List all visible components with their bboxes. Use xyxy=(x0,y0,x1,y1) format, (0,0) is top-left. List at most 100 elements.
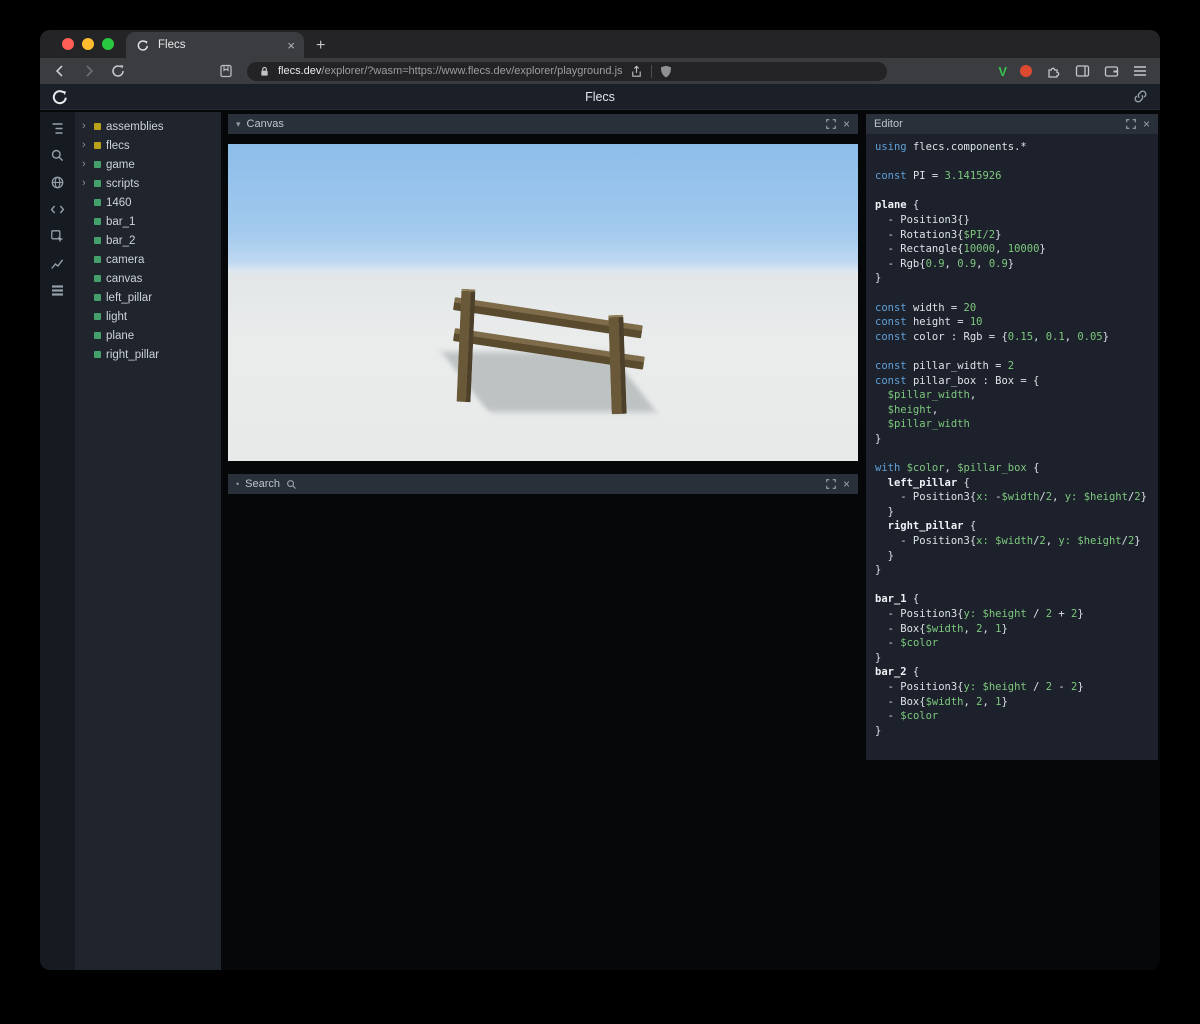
code-token: 0.15 xyxy=(1007,330,1034,343)
code-token: } xyxy=(875,651,882,664)
expand-chevron-icon[interactable]: › xyxy=(82,159,89,170)
code-token: - Position3{} xyxy=(875,213,970,226)
expand-chevron-icon[interactable]: › xyxy=(82,178,89,189)
tree-item-bar_2[interactable]: ›bar_2 xyxy=(75,231,221,250)
code-token: 10000 xyxy=(1007,243,1040,256)
code-line: - Box{$width, 2, 1} xyxy=(875,622,1158,637)
editor-code[interactable]: using flecs.components.* const PI = 3.14… xyxy=(875,140,1158,738)
close-panel-icon[interactable]: × xyxy=(843,478,850,490)
expand-chevron-icon[interactable]: › xyxy=(82,140,89,151)
entity-label: canvas xyxy=(106,272,143,285)
puzzle-extensions-icon[interactable] xyxy=(1045,63,1061,79)
tree-item-1460[interactable]: ›1460 xyxy=(75,193,221,212)
entity-tree: ›assemblies›flecs›game›scripts›1460›bar_… xyxy=(75,117,221,364)
canvas-viewport[interactable] xyxy=(228,144,858,461)
tree-item-canvas[interactable]: ›canvas xyxy=(75,269,221,288)
close-window-button[interactable] xyxy=(62,38,74,50)
globe-icon[interactable] xyxy=(46,174,70,190)
back-button[interactable] xyxy=(52,63,68,79)
urlbar-divider xyxy=(650,64,652,78)
entity-color-swatch xyxy=(94,199,101,206)
entity-color-swatch xyxy=(94,180,101,187)
lock-icon xyxy=(256,63,272,79)
entity-label: flecs xyxy=(106,139,130,152)
entity-color-swatch xyxy=(94,123,101,130)
brave-shield-icon[interactable] xyxy=(658,63,674,79)
tree-item-scripts[interactable]: › scripts xyxy=(75,174,221,193)
code-token: $height xyxy=(982,680,1027,693)
code-token: const xyxy=(875,170,913,183)
tab-close-icon[interactable]: × xyxy=(287,39,295,52)
window-controls xyxy=(40,30,126,58)
v-extension-icon[interactable]: V xyxy=(998,64,1007,79)
menu-hamburger-icon[interactable] xyxy=(1132,63,1148,79)
tree-item-plane[interactable]: ›plane xyxy=(75,326,221,345)
expand-panel-icon[interactable] xyxy=(825,478,837,490)
code-line: using flecs.components.* xyxy=(875,140,1158,155)
code-token: $pillar_width xyxy=(875,389,970,402)
expand-panel-icon[interactable] xyxy=(1125,118,1137,130)
browser-tab[interactable]: Flecs × xyxy=(126,32,304,58)
entity-tree-panel: ›assemblies›flecs›game›scripts›1460›bar_… xyxy=(75,112,221,970)
entity-color-swatch xyxy=(94,256,101,263)
page-title: Flecs xyxy=(585,89,615,104)
share-icon[interactable] xyxy=(629,63,645,79)
code-line: const color : Rgb = {0.15, 0.1, 0.05} xyxy=(875,330,1158,345)
minimize-window-button[interactable] xyxy=(82,38,94,50)
wallet-icon[interactable] xyxy=(1103,63,1119,79)
search-panel-header[interactable]: • Search × xyxy=(228,474,858,494)
tree-item-bar_1[interactable]: ›bar_1 xyxy=(75,212,221,231)
code-token: bar_1 xyxy=(875,593,907,606)
code-token: pillar_box : Box = { xyxy=(912,374,1040,387)
editor-panel-title: Editor xyxy=(874,118,903,130)
editor-panel-header[interactable]: Editor × xyxy=(866,114,1158,134)
close-panel-icon[interactable]: × xyxy=(843,118,850,130)
code-token: + xyxy=(1052,608,1072,620)
code-line: } xyxy=(875,724,1158,739)
tree-item-flecs[interactable]: › flecs xyxy=(75,136,221,155)
tree-item-light[interactable]: ›light xyxy=(75,307,221,326)
bookmark-sidebar-icon[interactable] xyxy=(218,63,234,79)
search-icon[interactable] xyxy=(46,147,70,163)
new-tab-button[interactable]: + xyxy=(316,38,325,54)
code-token: - Rectangle{ xyxy=(875,243,964,256)
zoom-window-button[interactable] xyxy=(102,38,114,50)
code-line: bar_1 { xyxy=(875,592,1158,607)
inspect-icon[interactable] xyxy=(46,228,70,244)
rows-icon[interactable] xyxy=(46,282,70,298)
panel-collapse-icon[interactable]: • xyxy=(236,479,239,489)
code-line: const width = 20 xyxy=(875,301,1158,316)
code-token: $height xyxy=(982,608,1027,620)
code-token: const xyxy=(875,301,913,314)
entity-color-swatch xyxy=(94,313,101,320)
tree-item-left_pillar[interactable]: ›left_pillar xyxy=(75,288,221,307)
code-token: } xyxy=(1001,695,1008,708)
expand-chevron-icon[interactable]: › xyxy=(82,121,89,132)
tree-item-right_pillar[interactable]: ›right_pillar xyxy=(75,345,221,364)
entity-color-swatch xyxy=(94,294,101,301)
code-token: $width xyxy=(1001,491,1040,504)
reload-button[interactable] xyxy=(110,63,126,79)
code-token: } xyxy=(1001,622,1008,635)
expand-panel-icon[interactable] xyxy=(825,118,837,130)
panel-collapse-icon[interactable]: ▾ xyxy=(236,119,241,130)
side-panel-icon[interactable] xyxy=(1074,63,1090,79)
tree-item-game[interactable]: › game xyxy=(75,155,221,174)
code-line: - $color xyxy=(875,709,1158,724)
close-panel-icon[interactable]: × xyxy=(1143,118,1150,130)
canvas-panel-header[interactable]: ▾ Canvas × xyxy=(228,114,858,134)
entity-tree-icon[interactable] xyxy=(46,120,70,136)
entity-color-swatch xyxy=(94,332,101,339)
red-extension-icon[interactable] xyxy=(1020,65,1032,77)
tree-item-assemblies[interactable]: › assemblies xyxy=(75,117,221,136)
tree-item-camera[interactable]: ›camera xyxy=(75,250,221,269)
stats-icon[interactable] xyxy=(46,255,70,271)
forward-button[interactable] xyxy=(81,63,97,79)
code-icon[interactable] xyxy=(46,201,70,217)
url-bar[interactable]: flecs.dev/explorer/?wasm=https://www.fle… xyxy=(247,61,888,81)
code-token: } xyxy=(875,564,882,577)
code-line: $pillar_width xyxy=(875,417,1158,432)
search-panel-title: Search xyxy=(245,478,281,490)
